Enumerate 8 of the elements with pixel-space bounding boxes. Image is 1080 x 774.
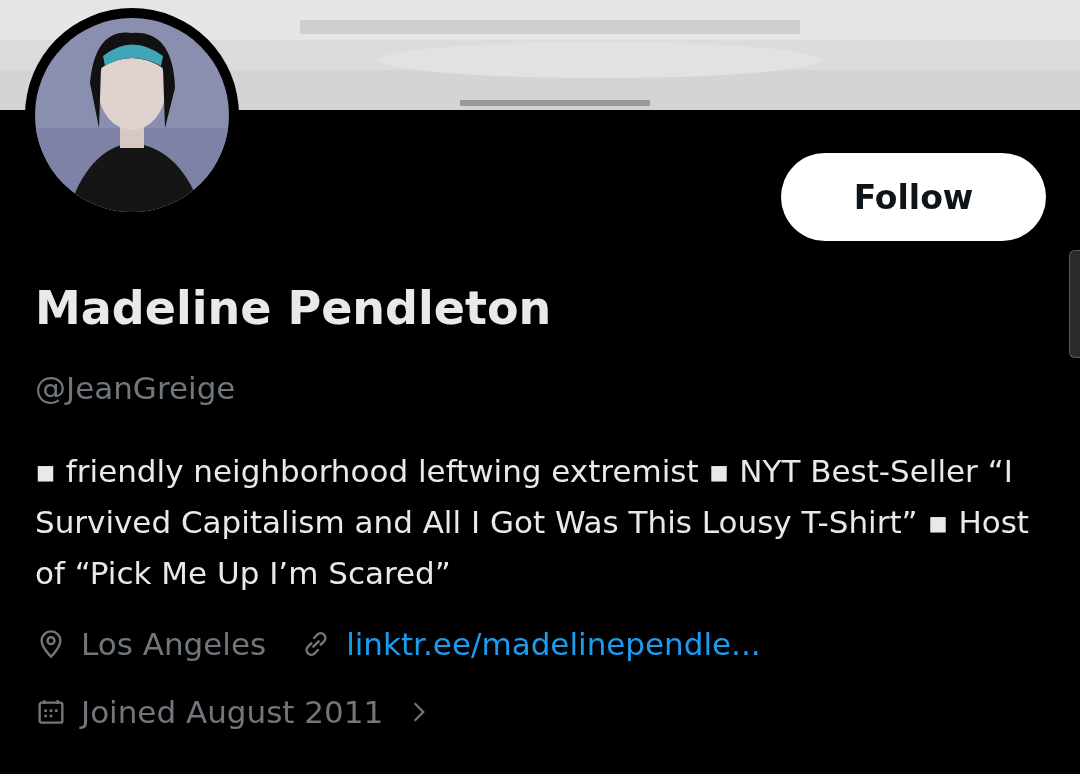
location-text: Los Angeles (81, 625, 267, 664)
profile-handle: @JeanGreige (35, 369, 237, 408)
bio-text: ▪ friendly neighborhood leftwing extremist ▪ NYT Best-Seller “I Survived Capitalism and All I Got Was This Lousy T-Shirt” ▪ Host of “Pick Me Up I’m Scared” (35, 452, 1030, 593)
scrollbar[interactable] (1069, 250, 1080, 358)
follow-button[interactable]: Follow (781, 153, 1046, 241)
profile-link[interactable]: linktr.ee/madelinependle... (346, 621, 761, 667)
profile-name: Madeline Pendleton (35, 280, 553, 337)
joined-date: Joined August 2011 (81, 693, 384, 732)
